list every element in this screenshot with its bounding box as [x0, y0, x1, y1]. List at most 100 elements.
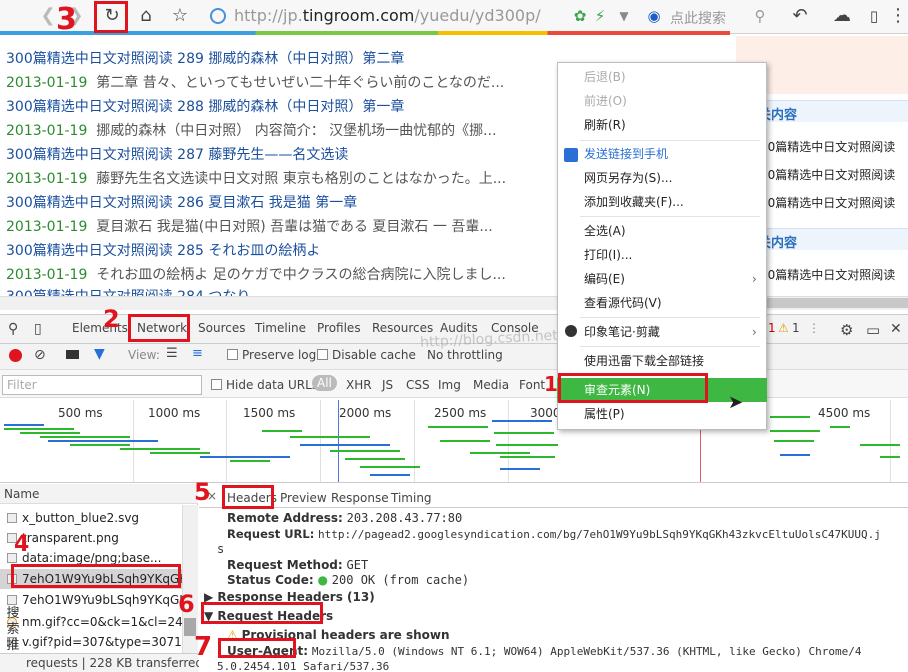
- network-status-bar: requests | 228 KB transferred: [0, 653, 203, 672]
- annotation-box: [11, 564, 181, 588]
- request-row[interactable]: v.gif?pid=307&type=3071&...: [0, 632, 182, 652]
- annotation-number: 3: [56, 2, 77, 37]
- search-input[interactable]: 点此搜索: [670, 8, 726, 28]
- sidebar-link[interactable]: 00篇精选中日文对照阅读: [760, 194, 908, 211]
- request-row[interactable]: x_button_blue2.svg: [0, 508, 182, 528]
- more-icon[interactable]: ⋮: [808, 321, 820, 335]
- search-icon[interactable]: ⚲: [748, 4, 772, 28]
- record-icon[interactable]: [9, 349, 22, 362]
- article-title-link[interactable]: 300篇精选中日文对照阅读 285 それお皿の絵柄よ: [6, 240, 320, 260]
- waterfall-bar: [345, 458, 405, 460]
- menu-item-print[interactable]: 打印(I)...: [557, 243, 767, 267]
- tab-sources[interactable]: Sources: [198, 321, 245, 335]
- waterfall-bar: [330, 450, 400, 452]
- close-icon[interactable]: ✕: [890, 321, 902, 337]
- timeline-tick: 4500 ms: [818, 406, 871, 420]
- tab-timing[interactable]: Timing: [391, 491, 432, 505]
- clear-icon[interactable]: ⊘: [34, 347, 46, 363]
- annotation-box: [201, 602, 323, 624]
- menu-separator: [580, 346, 760, 347]
- error-count[interactable]: 1: [768, 321, 776, 335]
- menu-item-forward[interactable]: 前进(O): [557, 89, 767, 113]
- list-view-icon[interactable]: ☰: [166, 346, 178, 361]
- inspect-icon[interactable]: ⚲: [8, 321, 18, 337]
- tab-preview[interactable]: Preview: [280, 491, 327, 505]
- menu-item-send-to-phone[interactable]: 发送链接到手机: [557, 142, 767, 166]
- article-title-link[interactable]: 300篇精选中日文对照阅读 289 挪威的森林（中日对照）第二章: [6, 48, 404, 68]
- article-title-link[interactable]: 300篇精选中日文对照阅读 288 挪威的森林（中日对照）第一章: [6, 96, 404, 116]
- gear-icon[interactable]: ⚙: [840, 321, 853, 339]
- hide-data-urls-checkbox[interactable]: [211, 379, 222, 390]
- sidebar-link[interactable]: 00篇精选中日文对照阅读: [760, 266, 908, 283]
- article-meta: 2013-01-19 それお皿の絵柄よ 足のケガで中クラスの総合病院に入院しまし…: [6, 267, 506, 283]
- type-filter-img[interactable]: Img: [438, 378, 461, 392]
- tab-timeline[interactable]: Timeline: [255, 321, 306, 335]
- phone-icon[interactable]: ▯: [862, 4, 886, 28]
- menu-item-refresh[interactable]: 刷新(R): [557, 113, 767, 137]
- device-icon[interactable]: ▯: [34, 321, 42, 337]
- sidebar-link[interactable]: 00篇精选中日文对照阅读: [760, 166, 908, 183]
- article-title-link[interactable]: 300篇精选中日文对照阅读 284 つなり: [6, 286, 250, 296]
- type-filter-js[interactable]: JS: [382, 378, 393, 392]
- type-filter-css[interactable]: CSS: [406, 378, 430, 392]
- waterfall-bar: [120, 448, 200, 450]
- waterfall-bar: [780, 454, 810, 456]
- menu-item-view-source[interactable]: 查看源代码(V): [557, 291, 767, 315]
- user-agent: User-Agent: Mozilla/5.0 (Windows NT 6.1;…: [227, 644, 862, 658]
- waterfall-bar: [428, 426, 488, 428]
- article-title-link[interactable]: 300篇精选中日文对照阅读 287 藤野先生——名文选读: [6, 144, 348, 164]
- waterfall-bar: [290, 436, 370, 438]
- chevron-down-icon[interactable]: ▼: [612, 4, 636, 28]
- camera-icon[interactable]: [66, 350, 79, 359]
- home-icon[interactable]: ⌂: [134, 4, 158, 28]
- hide-data-urls-label: Hide data URLs: [226, 378, 319, 392]
- undo-icon[interactable]: ↶: [788, 4, 812, 28]
- menu-separator: [580, 216, 760, 217]
- annotation-box: [218, 638, 296, 658]
- tab-response[interactable]: Response: [331, 491, 389, 505]
- browser-toolbar: ❮ ❯ ↻ ⌂ ☆ http://jp.tingroom.com/yuedu/y…: [0, 0, 908, 34]
- star-icon[interactable]: ☆: [168, 4, 192, 28]
- chevron-right-icon: ›: [752, 325, 757, 339]
- name-column-header[interactable]: Name: [0, 484, 198, 504]
- menu-item-select-all[interactable]: 全选(A): [557, 219, 767, 243]
- type-filter-all[interactable]: All: [312, 375, 337, 391]
- dock-icon[interactable]: ▭: [866, 321, 880, 339]
- timeline-tick: 500 ms: [58, 406, 103, 420]
- tab-profiles[interactable]: Profiles: [317, 321, 361, 335]
- article-title-link[interactable]: 300篇精选中日文对照阅读 286 夏目漱石 我是猫 第一章: [6, 192, 357, 212]
- menu-icon[interactable]: ⋮: [886, 4, 908, 28]
- user-agent-wrap: 5.0.2454.101 Safari/537.36: [217, 660, 390, 672]
- menu-item-save-as[interactable]: 网页另存为(S)...: [557, 166, 767, 190]
- url-text[interactable]: http://jp.tingroom.com/yuedu/yd300p/: [234, 6, 541, 25]
- warning-icon: ⚠: [778, 321, 789, 335]
- article-meta: 2013-01-19 挪威的森林（中日对照） 内容简介： 汉堡机场一曲忧郁的《挪…: [6, 123, 497, 139]
- waterfall-bar: [262, 430, 302, 432]
- type-filter-xhr[interactable]: XHR: [346, 378, 372, 392]
- waterfall-bar: [496, 444, 558, 446]
- throttling-select[interactable]: No throttling: [427, 348, 503, 362]
- sidebar-link[interactable]: 00篇精选中日文对照阅读: [760, 138, 908, 155]
- type-filter-font[interactable]: Font: [519, 378, 545, 392]
- request-row[interactable]: nm.gif?cc=0&ck=1&cl=24-...: [0, 612, 182, 632]
- menu-item-bookmark[interactable]: 添加到收藏夹(F)...: [557, 190, 767, 214]
- menu-item-back[interactable]: 后退(B): [557, 65, 767, 89]
- lightning-icon[interactable]: ⚡: [588, 4, 612, 28]
- preserve-log-checkbox[interactable]: [227, 349, 238, 360]
- filter-icon[interactable]: ▼: [94, 346, 105, 362]
- filter-input[interactable]: Filter: [2, 375, 202, 395]
- cloud-icon[interactable]: ☁: [830, 4, 854, 28]
- type-filter-media[interactable]: Media: [473, 378, 509, 392]
- waterfall-bar: [200, 456, 290, 458]
- annotation-number: 2: [103, 305, 120, 333]
- waterfall-view-icon[interactable]: ≡: [192, 346, 203, 361]
- disable-cache-checkbox[interactable]: [317, 349, 328, 360]
- request-row[interactable]: 7ehO1W9Yu9bLSqh9YKqGK...: [0, 590, 182, 610]
- warning-count[interactable]: 1: [792, 321, 800, 335]
- menu-item-encoding[interactable]: 编码(E): [557, 267, 767, 291]
- menu-item-evernote[interactable]: 印象笔记·剪藏: [557, 320, 767, 344]
- request-url: Request URL: http://pagead2.googlesyndic…: [227, 527, 881, 541]
- menu-item-thunder-download[interactable]: 使用迅雷下载全部链接: [557, 349, 767, 373]
- tab-resources[interactable]: Resources: [372, 321, 433, 335]
- waterfall-bar: [500, 456, 555, 458]
